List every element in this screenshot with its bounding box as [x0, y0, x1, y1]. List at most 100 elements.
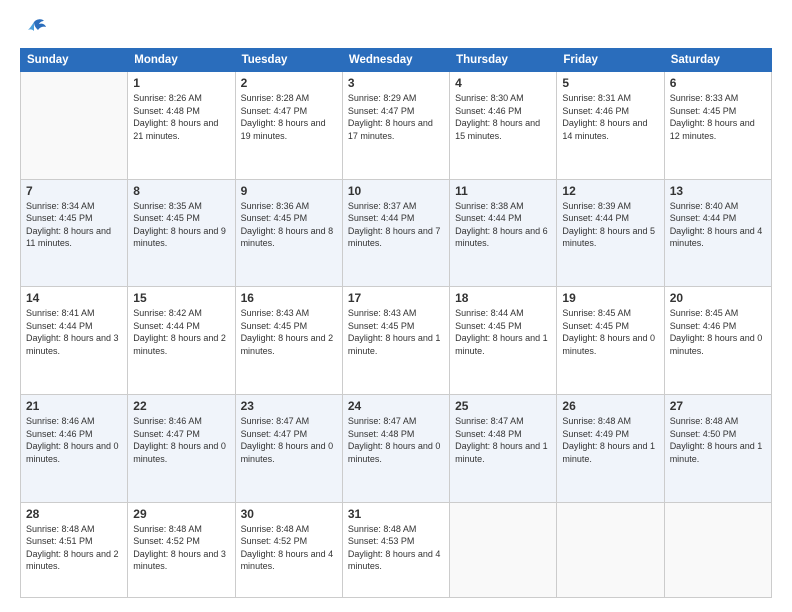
- calendar-cell: 9Sunrise: 8:36 AMSunset: 4:45 PMDaylight…: [235, 179, 342, 287]
- day-info: Sunrise: 8:30 AMSunset: 4:46 PMDaylight:…: [455, 92, 551, 142]
- day-info: Sunrise: 8:29 AMSunset: 4:47 PMDaylight:…: [348, 92, 444, 142]
- day-info: Sunrise: 8:38 AMSunset: 4:44 PMDaylight:…: [455, 200, 551, 250]
- weekday-header-friday: Friday: [557, 49, 664, 72]
- day-number: 5: [562, 76, 658, 90]
- day-number: 7: [26, 184, 122, 198]
- weekday-header-saturday: Saturday: [664, 49, 771, 72]
- day-number: 27: [670, 399, 766, 413]
- week-row-3: 14 Sunrise: 8:41 AMSunset: 4:44 PMDayligh…: [21, 287, 772, 395]
- weekday-header-sunday: Sunday: [21, 49, 128, 72]
- calendar-cell: 15 Sunrise: 8:42 AMSunset: 4:44 PMDayligh…: [128, 287, 235, 395]
- day-info: Sunrise: 8:48 AMSunset: 4:52 PMDaylight:…: [241, 523, 337, 573]
- day-info: Sunrise: 8:48 AMSunset: 4:52 PMDaylight:…: [133, 523, 229, 573]
- day-number: 20: [670, 291, 766, 305]
- calendar-cell: 20 Sunrise: 8:45 AMSunset: 4:46 PMDayligh…: [664, 287, 771, 395]
- day-info: Sunrise: 8:43 AMSunset: 4:45 PMDaylight:…: [241, 307, 337, 357]
- day-info: Sunrise: 8:26 AMSunset: 4:48 PMDaylight:…: [133, 92, 229, 142]
- day-info: Sunrise: 8:48 AMSunset: 4:53 PMDaylight:…: [348, 523, 444, 573]
- calendar-cell: 25Sunrise: 8:47 AMSunset: 4:48 PMDayligh…: [450, 394, 557, 502]
- week-row-1: 1 Sunrise: 8:26 AMSunset: 4:48 PMDaylight…: [21, 72, 772, 180]
- calendar-cell: 5 Sunrise: 8:31 AMSunset: 4:46 PMDaylight…: [557, 72, 664, 180]
- calendar-cell: 23 Sunrise: 8:47 AMSunset: 4:47 PMDayligh…: [235, 394, 342, 502]
- day-info: Sunrise: 8:39 AMSunset: 4:44 PMDaylight:…: [562, 200, 658, 250]
- weekday-header-row: SundayMondayTuesdayWednesdayThursdayFrid…: [21, 49, 772, 72]
- logo: [20, 18, 46, 38]
- calendar-cell: 19Sunrise: 8:45 AMSunset: 4:45 PMDayligh…: [557, 287, 664, 395]
- day-info: Sunrise: 8:46 AMSunset: 4:47 PMDaylight:…: [133, 415, 229, 465]
- day-info: Sunrise: 8:36 AMSunset: 4:45 PMDaylight:…: [241, 200, 337, 250]
- calendar-cell: 8Sunrise: 8:35 AMSunset: 4:45 PMDaylight…: [128, 179, 235, 287]
- calendar-cell: 4 Sunrise: 8:30 AMSunset: 4:46 PMDaylight…: [450, 72, 557, 180]
- day-number: 3: [348, 76, 444, 90]
- day-info: Sunrise: 8:46 AMSunset: 4:46 PMDaylight:…: [26, 415, 122, 465]
- day-number: 21: [26, 399, 122, 413]
- day-number: 30: [241, 507, 337, 521]
- day-number: 15: [133, 291, 229, 305]
- calendar-cell: [557, 502, 664, 597]
- calendar-cell: 22 Sunrise: 8:46 AMSunset: 4:47 PMDayligh…: [128, 394, 235, 502]
- day-number: 11: [455, 184, 551, 198]
- day-number: 22: [133, 399, 229, 413]
- calendar-cell: 27 Sunrise: 8:48 AMSunset: 4:50 PMDayligh…: [664, 394, 771, 502]
- calendar-cell: 12Sunrise: 8:39 AMSunset: 4:44 PMDayligh…: [557, 179, 664, 287]
- day-info: Sunrise: 8:47 AMSunset: 4:48 PMDaylight:…: [455, 415, 551, 465]
- day-info: Sunrise: 8:33 AMSunset: 4:45 PMDaylight:…: [670, 92, 766, 142]
- day-info: Sunrise: 8:48 AMSunset: 4:51 PMDaylight:…: [26, 523, 122, 573]
- week-row-4: 21 Sunrise: 8:46 AMSunset: 4:46 PMDayligh…: [21, 394, 772, 502]
- weekday-header-tuesday: Tuesday: [235, 49, 342, 72]
- day-info: Sunrise: 8:43 AMSunset: 4:45 PMDaylight:…: [348, 307, 444, 357]
- calendar-cell: [450, 502, 557, 597]
- day-info: Sunrise: 8:37 AMSunset: 4:44 PMDaylight:…: [348, 200, 444, 250]
- day-info: Sunrise: 8:41 AMSunset: 4:44 PMDaylight:…: [26, 307, 122, 357]
- day-info: Sunrise: 8:45 AMSunset: 4:46 PMDaylight:…: [670, 307, 766, 357]
- calendar-cell: 6 Sunrise: 8:33 AMSunset: 4:45 PMDaylight…: [664, 72, 771, 180]
- logo-bird-icon: [22, 18, 46, 40]
- day-info: Sunrise: 8:48 AMSunset: 4:49 PMDaylight:…: [562, 415, 658, 465]
- calendar-cell: 21 Sunrise: 8:46 AMSunset: 4:46 PMDayligh…: [21, 394, 128, 502]
- calendar-cell: 30 Sunrise: 8:48 AMSunset: 4:52 PMDayligh…: [235, 502, 342, 597]
- day-info: Sunrise: 8:48 AMSunset: 4:50 PMDaylight:…: [670, 415, 766, 465]
- day-number: 14: [26, 291, 122, 305]
- calendar-cell: 28 Sunrise: 8:48 AMSunset: 4:51 PMDayligh…: [21, 502, 128, 597]
- day-number: 31: [348, 507, 444, 521]
- day-info: Sunrise: 8:47 AMSunset: 4:47 PMDaylight:…: [241, 415, 337, 465]
- calendar-cell: [664, 502, 771, 597]
- calendar-cell: 1 Sunrise: 8:26 AMSunset: 4:48 PMDaylight…: [128, 72, 235, 180]
- day-info: Sunrise: 8:28 AMSunset: 4:47 PMDaylight:…: [241, 92, 337, 142]
- day-number: 4: [455, 76, 551, 90]
- day-info: Sunrise: 8:42 AMSunset: 4:44 PMDaylight:…: [133, 307, 229, 357]
- day-number: 10: [348, 184, 444, 198]
- day-number: 13: [670, 184, 766, 198]
- day-info: Sunrise: 8:45 AMSunset: 4:45 PMDaylight:…: [562, 307, 658, 357]
- weekday-header-thursday: Thursday: [450, 49, 557, 72]
- calendar-cell: 7 Sunrise: 8:34 AMSunset: 4:45 PMDaylight…: [21, 179, 128, 287]
- calendar-cell: 11 Sunrise: 8:38 AMSunset: 4:44 PMDayligh…: [450, 179, 557, 287]
- day-number: 16: [241, 291, 337, 305]
- calendar-cell: 16 Sunrise: 8:43 AMSunset: 4:45 PMDayligh…: [235, 287, 342, 395]
- calendar-cell: 31 Sunrise: 8:48 AMSunset: 4:53 PMDayligh…: [342, 502, 449, 597]
- calendar-cell: 29 Sunrise: 8:48 AMSunset: 4:52 PMDayligh…: [128, 502, 235, 597]
- calendar-cell: 18 Sunrise: 8:44 AMSunset: 4:45 PMDayligh…: [450, 287, 557, 395]
- header: [20, 18, 772, 38]
- day-info: Sunrise: 8:40 AMSunset: 4:44 PMDaylight:…: [670, 200, 766, 250]
- day-number: 29: [133, 507, 229, 521]
- day-number: 24: [348, 399, 444, 413]
- day-number: 28: [26, 507, 122, 521]
- week-row-5: 28 Sunrise: 8:48 AMSunset: 4:51 PMDayligh…: [21, 502, 772, 597]
- day-number: 2: [241, 76, 337, 90]
- day-info: Sunrise: 8:31 AMSunset: 4:46 PMDaylight:…: [562, 92, 658, 142]
- day-info: Sunrise: 8:44 AMSunset: 4:45 PMDaylight:…: [455, 307, 551, 357]
- day-number: 8: [133, 184, 229, 198]
- day-number: 17: [348, 291, 444, 305]
- day-number: 18: [455, 291, 551, 305]
- day-number: 1: [133, 76, 229, 90]
- page: SundayMondayTuesdayWednesdayThursdayFrid…: [0, 0, 792, 612]
- day-number: 23: [241, 399, 337, 413]
- day-info: Sunrise: 8:34 AMSunset: 4:45 PMDaylight:…: [26, 200, 122, 250]
- calendar-cell: 10 Sunrise: 8:37 AMSunset: 4:44 PMDayligh…: [342, 179, 449, 287]
- day-info: Sunrise: 8:47 AMSunset: 4:48 PMDaylight:…: [348, 415, 444, 465]
- day-number: 6: [670, 76, 766, 90]
- calendar-cell: 3 Sunrise: 8:29 AMSunset: 4:47 PMDaylight…: [342, 72, 449, 180]
- week-row-2: 7 Sunrise: 8:34 AMSunset: 4:45 PMDaylight…: [21, 179, 772, 287]
- calendar-cell: 13 Sunrise: 8:40 AMSunset: 4:44 PMDayligh…: [664, 179, 771, 287]
